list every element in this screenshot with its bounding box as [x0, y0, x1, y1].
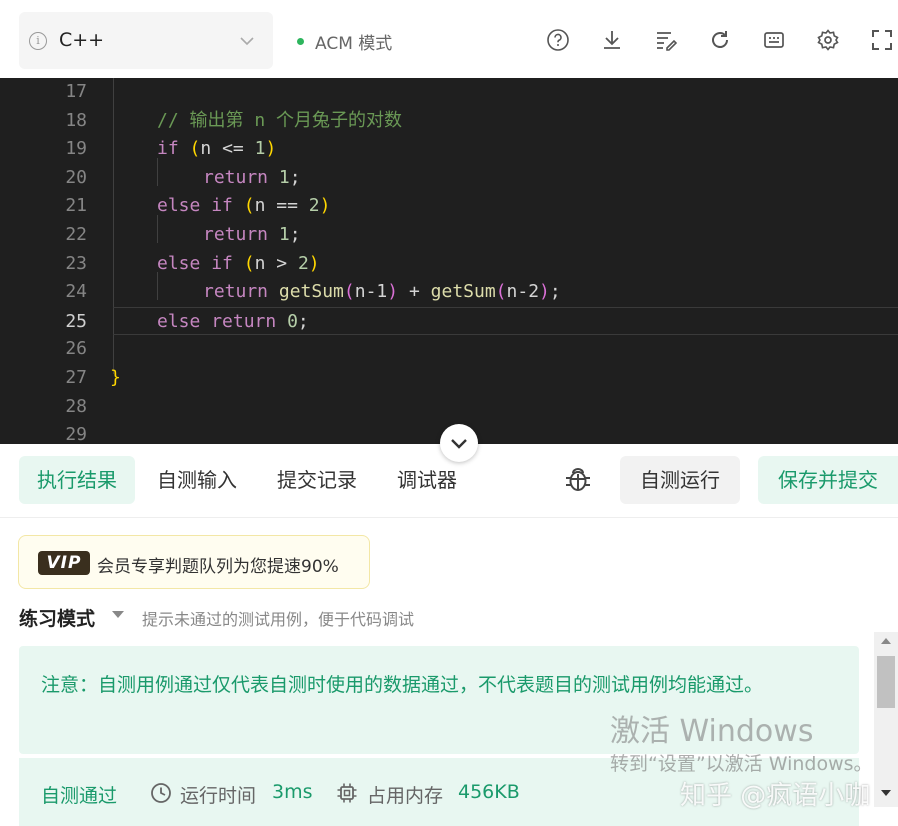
- chip-icon: [337, 783, 357, 803]
- code-line: 27 }: [0, 364, 898, 393]
- download-icon[interactable]: [600, 28, 624, 52]
- code-line: 28: [0, 393, 898, 422]
- run-time-label: 运行时间: [180, 785, 257, 807]
- status-dot: [297, 38, 304, 45]
- fullscreen-icon[interactable]: [870, 28, 894, 52]
- editor-toolbar: i C++ ACM 模式: [0, 0, 898, 78]
- line-number: 29: [65, 424, 87, 444]
- code-line: 26: [0, 335, 898, 364]
- tab-debugger[interactable]: 调试器: [379, 456, 475, 504]
- reset-icon[interactable]: [708, 28, 732, 52]
- zhihu-watermark: 知乎 @疯语小咖: [680, 781, 871, 811]
- scroll-thumb[interactable]: [877, 656, 895, 708]
- memory-label: 占用内存: [367, 785, 444, 807]
- memory-value: 456KB: [458, 781, 520, 803]
- line-number: 21: [65, 195, 87, 217]
- line-number: 17: [65, 81, 87, 102]
- line-number: 22: [65, 224, 87, 245]
- code-line: 21 else if (n == 2): [0, 192, 898, 221]
- chevron-down-icon: [451, 439, 467, 449]
- results-scrollbar[interactable]: [874, 632, 898, 807]
- line-number: 27: [65, 367, 87, 388]
- self-test-run-button[interactable]: 自测运行: [620, 456, 740, 504]
- code-line: 19 if (n <= 1): [0, 135, 898, 164]
- caret-down-icon[interactable]: [112, 611, 124, 618]
- save-submit-button[interactable]: 保存并提交: [758, 456, 898, 504]
- shortcut-icon[interactable]: [762, 28, 786, 52]
- code-line: 24 return getSum(n-1) + getSum(n-2);: [0, 278, 898, 307]
- format-icon[interactable]: [654, 28, 678, 52]
- code-editor[interactable]: 17 18 // 输出第 n 个月兔子的对数 19 if (n <= 1) 20…: [0, 78, 898, 444]
- run-time-value: 3ms: [272, 781, 313, 803]
- vip-text: 会员专享判题队列为您提速90%: [97, 557, 339, 577]
- line-number: 20: [65, 166, 87, 188]
- line-number: 28: [65, 395, 87, 417]
- bug-icon[interactable]: [563, 464, 593, 494]
- vip-badge: VIP: [38, 551, 90, 575]
- acm-mode-indicator: ACM 模式: [297, 29, 392, 54]
- chevron-down-icon: [240, 37, 254, 46]
- scroll-up-arrow-icon[interactable]: [881, 638, 891, 644]
- windows-activation-subtitle: 转到“设置”以激活 Windows。: [610, 753, 873, 775]
- tab-custom-input[interactable]: 自测输入: [139, 456, 255, 504]
- line-number: 23: [65, 252, 87, 274]
- language-value: C++: [59, 29, 105, 51]
- scroll-down-arrow-icon[interactable]: [881, 790, 891, 796]
- vip-banner[interactable]: VIP 会员专享判题队列为您提速90%: [18, 535, 370, 589]
- result-status: 自测通过: [41, 785, 118, 807]
- line-number: 24: [65, 281, 87, 303]
- settings-icon[interactable]: [816, 28, 840, 52]
- clock-icon: [151, 783, 171, 803]
- code-line: 20 return 1;: [0, 164, 898, 193]
- help-icon[interactable]: [546, 28, 570, 52]
- code-line: 17: [0, 78, 898, 107]
- code-line: 18 // 输出第 n 个月兔子的对数: [0, 107, 898, 136]
- line-number: 26: [65, 338, 87, 360]
- practice-mode-select[interactable]: 练习模式: [19, 604, 95, 631]
- notice-text: 注意：自测用例通过仅代表自测时使用的数据通过，不代表题目的测试用例均能通过。: [41, 674, 764, 696]
- code-line-active: 25 else return 0;: [65, 306, 898, 336]
- mode-label: ACM 模式: [315, 34, 393, 54]
- collapse-panel-button[interactable]: [440, 424, 478, 462]
- code-line: 22 return 1;: [0, 221, 898, 250]
- tab-submission-history[interactable]: 提交记录: [259, 456, 375, 504]
- info-icon[interactable]: i: [29, 32, 47, 50]
- language-select[interactable]: i C++: [19, 12, 273, 69]
- line-number: 19: [65, 138, 87, 160]
- code-line: 23 else if (n > 2): [0, 250, 898, 279]
- windows-activation-title: 激活 Windows: [610, 714, 814, 749]
- code-comment: // 输出第 n 个月兔子的对数: [157, 109, 403, 131]
- line-number: 18: [65, 109, 87, 131]
- line-number: 25: [65, 310, 87, 332]
- tab-execution-result[interactable]: 执行结果: [19, 456, 135, 504]
- practice-mode-hint: 提示未通过的测试用例，便于代码调试: [142, 610, 415, 629]
